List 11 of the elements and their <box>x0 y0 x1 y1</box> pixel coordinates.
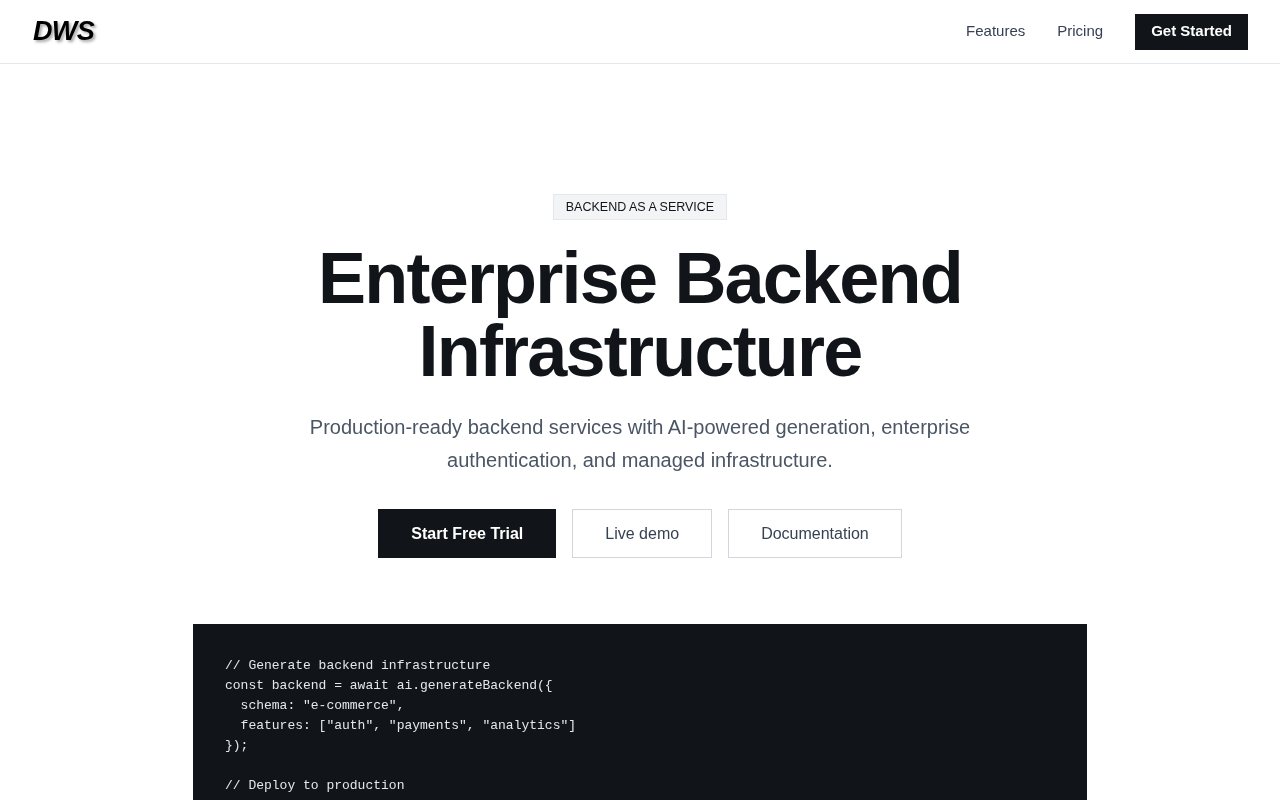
secondary-button[interactable]: Documentation <box>728 509 902 558</box>
hero-subtitle: Production-ready backend services with AI-powered generation, enterprise authentication, and managed infrastructure. <box>308 415 972 473</box>
primary-button[interactable]: Start Free Trial <box>378 509 557 558</box>
secondary-button[interactable]: Live demo <box>572 509 713 558</box>
nav-link[interactable]: Pricing <box>1057 20 1104 43</box>
brand-logo[interactable]: DWS <box>33 18 94 45</box>
get-started-button[interactable]: Get Started <box>1135 13 1248 50</box>
category-badge: BACKEND AS A SERVICE <box>552 194 728 220</box>
nav-link[interactable]: Features <box>966 20 1026 43</box>
code-snippet: // Generate backend infrastructure const backend = await ai.generateBackend({ schema: "e-commerce", features: ["auth", "payments", "analytics"] }); // Deploy to production <box>193 624 1087 800</box>
hero-heading: Enterprise Backend Infrastructure <box>317 242 963 388</box>
